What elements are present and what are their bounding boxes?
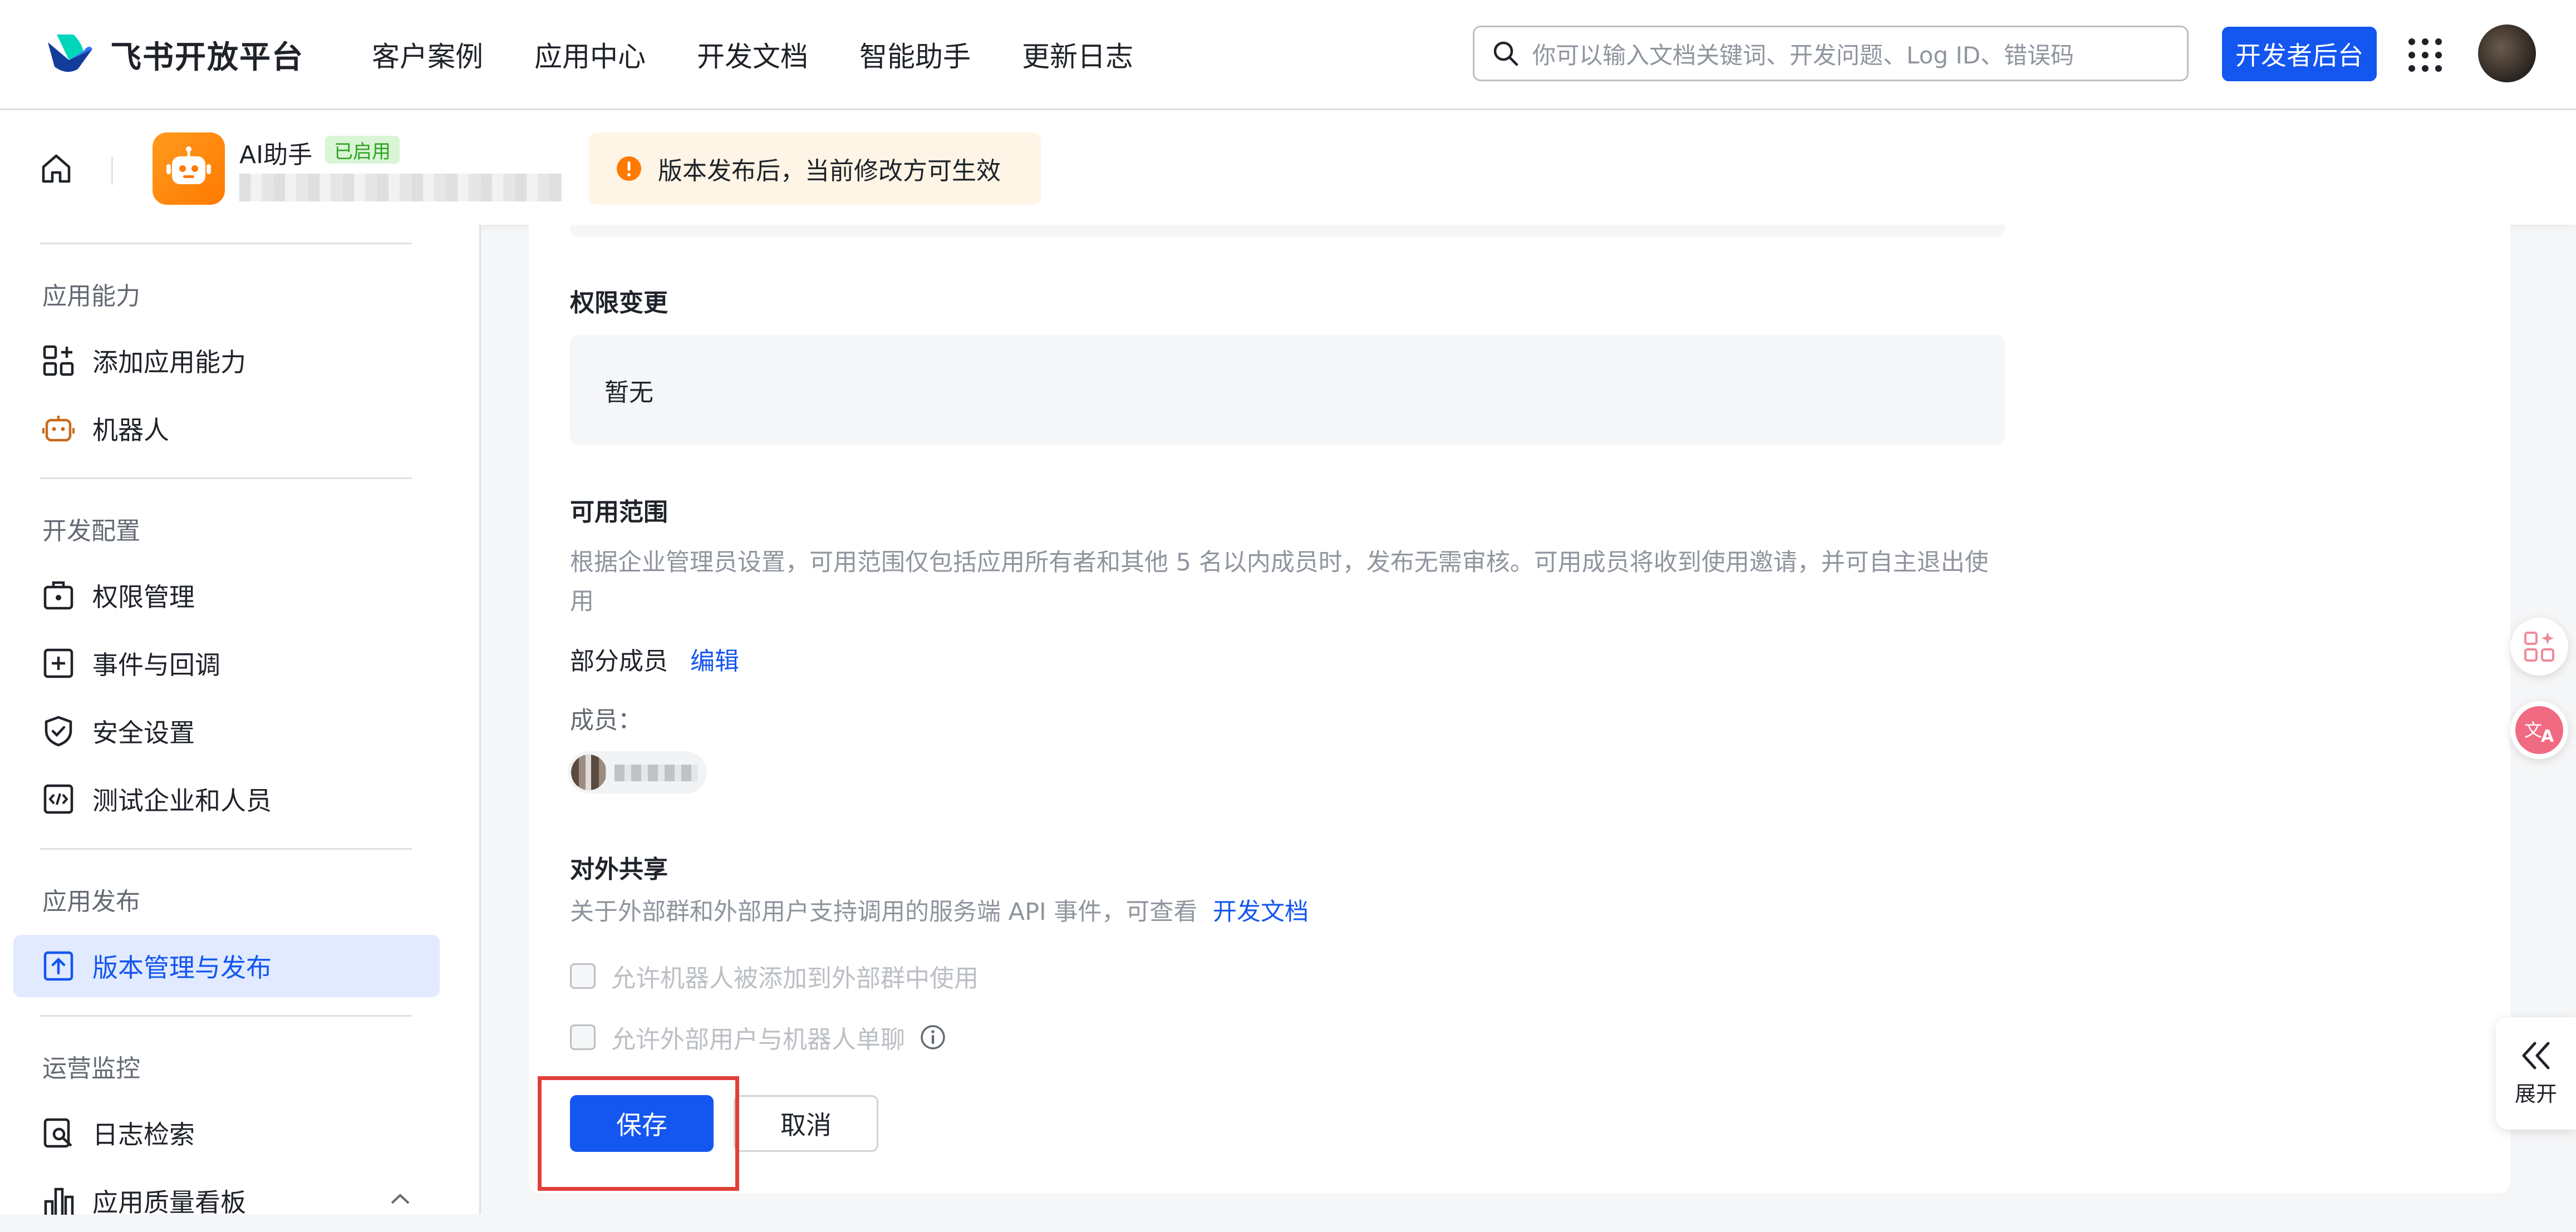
members-label: 成员： [570,707,642,735]
external-group-checkbox[interactable] [570,963,596,989]
notice-text: 版本发布后，当前修改方可生效 [658,157,1001,185]
sharing-title: 对外共享 [570,855,668,884]
app-name: AI助手 [239,141,313,169]
scope-description: 根据企业管理员设置，可用范围仅包括应用所有者和其他 5 名以内成员时，发布无需审… [570,549,1989,615]
scope-mode: 部分成员 编辑 [570,641,739,677]
external-single-checkbox[interactable] [570,1024,596,1050]
events-icon [43,648,73,678]
home-icon[interactable] [39,151,73,186]
nav-app-center[interactable]: 应用中心 [534,35,646,75]
sidebar-item-log-search[interactable]: 日志检索 [13,1102,440,1164]
double-chevron-left-icon [2522,1042,2550,1069]
publish-notice: 版本发布后，当前修改方可生效 [589,132,1041,205]
sidebar-item-events[interactable]: 事件与回调 [13,632,440,694]
sidebar-section-monitoring: 运营监控 [42,1054,140,1083]
top-nav: 客户案例 应用中心 开发文档 智能助手 更新日志 [372,35,1133,75]
user-avatar[interactable] [2478,24,2536,82]
info-icon[interactable] [920,1024,946,1051]
sidebar-item-label: 应用质量看板 [92,1187,246,1218]
search-input[interactable]: 你可以输入文档关键词、开发问题、Log ID、错误码 [1473,26,2189,81]
warning-icon [617,156,641,181]
scope-title: 可用范围 [570,498,668,526]
search-placeholder: 你可以输入文档关键词、开发问题、Log ID、错误码 [1532,41,2074,69]
sidebar-divider [40,848,412,850]
save-highlight-box [538,1076,739,1191]
sidebar-item-label: 日志检索 [92,1120,195,1150]
app-icon [153,132,225,205]
chevron-up-icon[interactable] [389,1191,412,1208]
nav-changelog[interactable]: 更新日志 [1022,35,1133,75]
translate-button[interactable]: 文 A [2510,701,2568,759]
feishu-logo-icon [48,35,92,72]
expand-label: 展开 [2514,1081,2557,1106]
member-chip [568,751,707,794]
app-header [0,110,2576,225]
dev-docs-link[interactable]: 开发文档 [1213,898,1309,926]
add-capability-icon [43,345,74,376]
upload-icon [43,951,73,981]
robot-icon [166,146,211,184]
option-external-group[interactable]: 允许机器人被添加到外部群中使用 [570,958,979,994]
member-avatar [571,755,607,790]
permission-changes-value: 暂无 [604,378,653,407]
expand-panel[interactable]: 展开 [2496,1017,2576,1130]
translate-icon: 文 A [2515,706,2563,754]
apps-grid-icon[interactable] [2407,37,2444,73]
permission-changes-box: 暂无 [570,335,2005,445]
search-icon [1493,41,1518,66]
app-id-redacted [239,174,562,201]
ai-apps-button[interactable] [2510,618,2568,676]
bar-chart-icon [44,1187,74,1215]
sidebar-item-add-capability[interactable]: 添加应用能力 [13,329,440,392]
sharing-description: 关于外部群和外部用户支持调用的服务端 API 事件，可查看 [570,898,1198,926]
code-box-icon [43,784,73,814]
sidebar-divider [40,1015,412,1017]
permission-changes-title: 权限变更 [570,289,668,317]
option-external-single[interactable]: 允许外部用户与机器人单聊 [570,1019,946,1055]
external-single-label: 允许外部用户与机器人单聊 [611,1026,905,1054]
sidebar-divider [40,477,412,479]
nav-dev-docs[interactable]: 开发文档 [697,35,808,75]
sidebar-item-label: 机器人 [92,415,169,445]
edit-scope-link[interactable]: 编辑 [690,647,739,676]
sidebar-item-label: 添加应用能力 [92,347,246,377]
external-group-label: 允许机器人被添加到外部群中使用 [611,964,979,993]
sparkle-apps-icon [2524,632,2554,662]
sidebar-item-label: 测试企业和人员 [92,786,272,816]
sidebar-item-test-org[interactable]: 测试企业和人员 [13,768,440,830]
header-divider [111,157,113,185]
shield-icon [45,716,72,747]
sidebar-section-capabilities: 应用能力 [42,282,140,311]
cancel-button[interactable]: 取消 [734,1095,878,1152]
bot-icon [42,416,75,442]
sidebar-item-version-release[interactable]: 版本管理与发布 [13,935,440,997]
sidebar-item-label: 版本管理与发布 [92,953,272,983]
permission-icon [43,581,73,610]
sidebar-section-dev-config: 开发配置 [42,517,140,545]
sidebar-section-release: 应用发布 [42,888,140,916]
sidebar-item-bot[interactable]: 机器人 [13,397,440,460]
partial-members-label: 部分成员 [570,647,668,676]
brand-name: 飞书开放平台 [110,39,304,76]
sidebar-item-security[interactable]: 安全设置 [13,700,440,762]
sidebar-item-label: 事件与回调 [92,650,220,680]
previous-section-box [570,225,2005,237]
sharing-description-row: 关于外部群和外部用户支持调用的服务端 API 事件，可查看 开发文档 [570,893,1309,927]
svg-text:A: A [2541,727,2554,746]
sidebar-item-label: 权限管理 [92,582,195,612]
log-search-icon [43,1118,72,1148]
sidebar-item-label: 安全设置 [92,718,195,748]
sidebar-item-permissions[interactable]: 权限管理 [13,564,440,627]
member-name-redacted [614,765,698,781]
nav-customer-cases[interactable]: 客户案例 [372,35,483,75]
developer-console-button[interactable]: 开发者后台 [2222,27,2377,81]
sidebar-item-quality-dashboard[interactable]: 应用质量看板 [13,1170,440,1232]
status-badge: 已启用 [325,136,400,164]
brand-logo[interactable]: 飞书开放平台 [45,32,304,77]
sidebar-divider [40,243,412,244]
nav-ai-assistant[interactable]: 智能助手 [859,35,971,75]
svg-text:文: 文 [2524,720,2542,741]
